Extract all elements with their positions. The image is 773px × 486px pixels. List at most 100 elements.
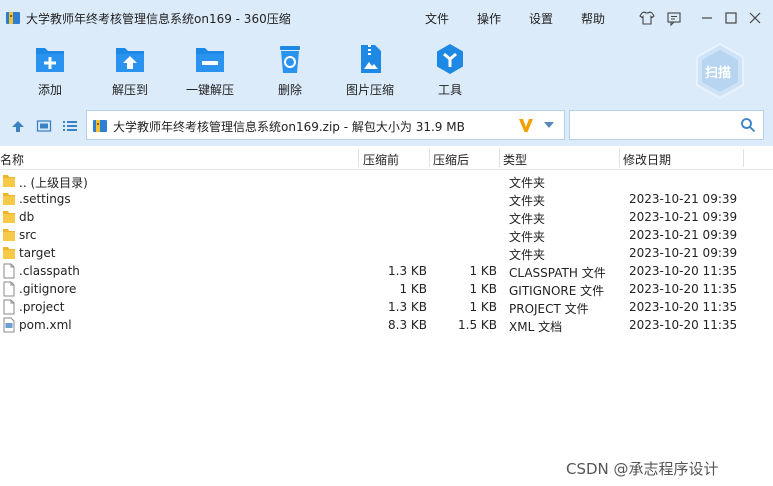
column-divider[interactable] [619, 149, 620, 167]
vip-v-icon[interactable] [517, 116, 535, 134]
file-type: 文件夹 [509, 248, 546, 262]
table-row[interactable]: .project 1.3 KB 1 KB PROJECT 文件 2023-10-… [0, 298, 773, 316]
skin-icon[interactable] [637, 8, 657, 28]
zip-file-icon [93, 120, 107, 132]
delete-icon [280, 46, 300, 73]
up-arrow-icon[interactable] [10, 118, 26, 134]
file-date: 2023-10-21 09:39 [629, 246, 738, 260]
file-type: 文件夹 [509, 176, 546, 190]
file-date: 2023-10-20 11:35 [629, 300, 738, 314]
file-compressed-size: 1 KB [469, 264, 497, 278]
column-type[interactable]: 类型 [503, 151, 527, 168]
tools-icon [437, 44, 463, 74]
file-date: 2023-10-20 11:35 [629, 264, 738, 278]
file-type: PROJECT 文件 [509, 302, 589, 316]
file-name: src [19, 228, 37, 242]
xml-file-icon [3, 317, 15, 333]
chevron-down-icon[interactable] [543, 121, 555, 129]
list-view-icon[interactable] [62, 118, 78, 134]
file-icon [3, 263, 15, 279]
column-header: 名称 压缩前 压缩后 类型 修改日期 [0, 146, 773, 170]
scan-label: 扫描 [705, 66, 732, 81]
file-type: GITIGNORE 文件 [509, 284, 605, 298]
file-type: 文件夹 [509, 194, 546, 208]
add-button[interactable]: 添加 [18, 42, 82, 98]
image-compress-button[interactable]: 图片压缩 [338, 42, 402, 98]
column-divider[interactable] [358, 149, 359, 167]
one-click-extract-label: 一键解压 [185, 83, 234, 97]
file-size: 1.3 KB [388, 300, 427, 314]
column-divider[interactable] [429, 149, 430, 167]
tools-label: 工具 [437, 83, 462, 97]
table-row[interactable]: .classpath 1.3 KB 1 KB CLASSPATH 文件 2023… [0, 262, 773, 280]
file-date: 2023-10-20 11:35 [629, 282, 738, 296]
file-name: pom.xml [19, 318, 72, 332]
feedback-icon[interactable] [664, 8, 684, 28]
file-name: db [19, 210, 35, 224]
scan-button[interactable]: 扫描 [694, 42, 746, 100]
file-name: target [19, 246, 56, 260]
file-type: XML 文档 [509, 320, 563, 334]
column-divider[interactable] [743, 149, 744, 167]
table-row[interactable]: .settings 文件夹 2023-10-21 09:39 [0, 190, 773, 208]
tools-button[interactable]: 工具 [418, 42, 482, 98]
table-row[interactable]: pom.xml 8.3 KB 1.5 KB XML 文档 2023-10-20 … [0, 316, 773, 334]
image-compress-label: 图片压缩 [345, 83, 394, 97]
file-name: .gitignore [19, 282, 77, 296]
search-icon[interactable] [740, 117, 756, 133]
file-date: 2023-10-21 09:39 [629, 228, 738, 242]
title-bar: 大学教师年终考核管理信息系统on169 - 360压缩 文件 操作 设置 帮助 [0, 0, 773, 36]
table-row[interactable]: src 文件夹 2023-10-21 09:39 [0, 226, 773, 244]
file-compressed-size: 1 KB [469, 300, 497, 314]
column-divider[interactable] [499, 149, 500, 167]
one-click-extract-button[interactable]: 一键解压 [178, 42, 242, 98]
file-name: .project [19, 300, 65, 314]
search-box [569, 110, 764, 140]
table-row[interactable]: target 文件夹 2023-10-21 09:39 [0, 244, 773, 262]
address-bar: 大学教师年终考核管理信息系统on169.zip - 解包大小为 31.9 MB [0, 106, 773, 146]
column-date[interactable]: 修改日期 [623, 151, 671, 168]
add-label: 添加 [37, 83, 62, 97]
path-box[interactable]: 大学教师年终考核管理信息系统on169.zip - 解包大小为 31.9 MB [86, 110, 565, 140]
table-row[interactable]: .. (上级目录) 文件夹 [0, 172, 773, 190]
archive-path: 大学教师年终考核管理信息系统on169.zip - 解包大小为 31.9 MB [113, 120, 465, 134]
menu-settings[interactable]: 设置 [529, 10, 553, 27]
column-size[interactable]: 压缩前 [363, 151, 399, 168]
file-size: 1 KB [399, 282, 427, 296]
app-logo-icon [6, 12, 20, 24]
file-size: 8.3 KB [388, 318, 427, 332]
file-name: .settings [19, 192, 71, 206]
folder-icon [3, 211, 15, 223]
extract-to-icon [116, 48, 144, 72]
add-icon [36, 48, 64, 72]
file-compressed-size: 1 KB [469, 282, 497, 296]
extract-to-button[interactable]: 解压到 [98, 42, 162, 98]
thumbnail-view-icon[interactable] [36, 118, 52, 134]
file-name: .classpath [19, 264, 80, 278]
file-icon [3, 299, 15, 315]
menu-operate[interactable]: 操作 [477, 10, 501, 27]
file-date: 2023-10-21 09:39 [629, 210, 738, 224]
file-icon [3, 281, 15, 297]
toolbar: 添加 解压到 一键解压 删除 图片压缩 工具 扫描 [0, 36, 773, 106]
column-name[interactable]: 名称 [0, 151, 24, 168]
menu-help[interactable]: 帮助 [581, 10, 605, 27]
delete-button[interactable]: 删除 [258, 42, 322, 98]
file-name: .. (上级目录) [19, 176, 88, 190]
close-icon[interactable] [745, 8, 765, 28]
file-date: 2023-10-21 09:39 [629, 192, 738, 206]
maximize-icon[interactable] [721, 8, 741, 28]
file-list: .. (上级目录) 文件夹 .settings 文件夹 2023-10-21 0… [0, 172, 773, 334]
one-click-extract-icon [196, 48, 224, 72]
window-title: 大学教师年终考核管理信息系统on169 - 360压缩 [26, 12, 291, 26]
file-date: 2023-10-20 11:35 [629, 318, 738, 332]
menu-file[interactable]: 文件 [425, 10, 449, 27]
delete-label: 删除 [277, 83, 302, 97]
table-row[interactable]: .gitignore 1 KB 1 KB GITIGNORE 文件 2023-1… [0, 280, 773, 298]
table-row[interactable]: db 文件夹 2023-10-21 09:39 [0, 208, 773, 226]
search-input[interactable] [574, 115, 734, 135]
file-size: 1.3 KB [388, 264, 427, 278]
column-compressed[interactable]: 压缩后 [433, 151, 469, 168]
minimize-icon[interactable] [697, 8, 717, 28]
extract-to-label: 解压到 [111, 83, 148, 97]
